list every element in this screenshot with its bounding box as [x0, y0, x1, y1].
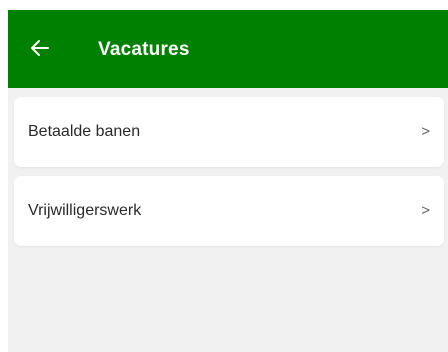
list-item-vrijwilligerswerk[interactable]: Vrijwilligerswerk > [14, 176, 444, 246]
list-item-betaalde-banen[interactable]: Betaalde banen > [14, 97, 444, 167]
chevron-right-icon: > [421, 202, 430, 219]
app-bar: Vacatures [8, 10, 448, 88]
list-item-label: Vrijwilligerswerk [28, 202, 142, 219]
list-item-label: Betaalde banen [28, 123, 141, 140]
back-button[interactable] [26, 34, 54, 62]
arrow-left-icon [30, 38, 50, 58]
chevron-right-icon: > [421, 123, 430, 140]
page-title: Vacatures [98, 39, 190, 60]
app-screen: Vacatures Betaalde banen > Vrijwilligers… [8, 10, 448, 352]
menu-list: Betaalde banen > Vrijwilligerswerk > [14, 97, 444, 255]
